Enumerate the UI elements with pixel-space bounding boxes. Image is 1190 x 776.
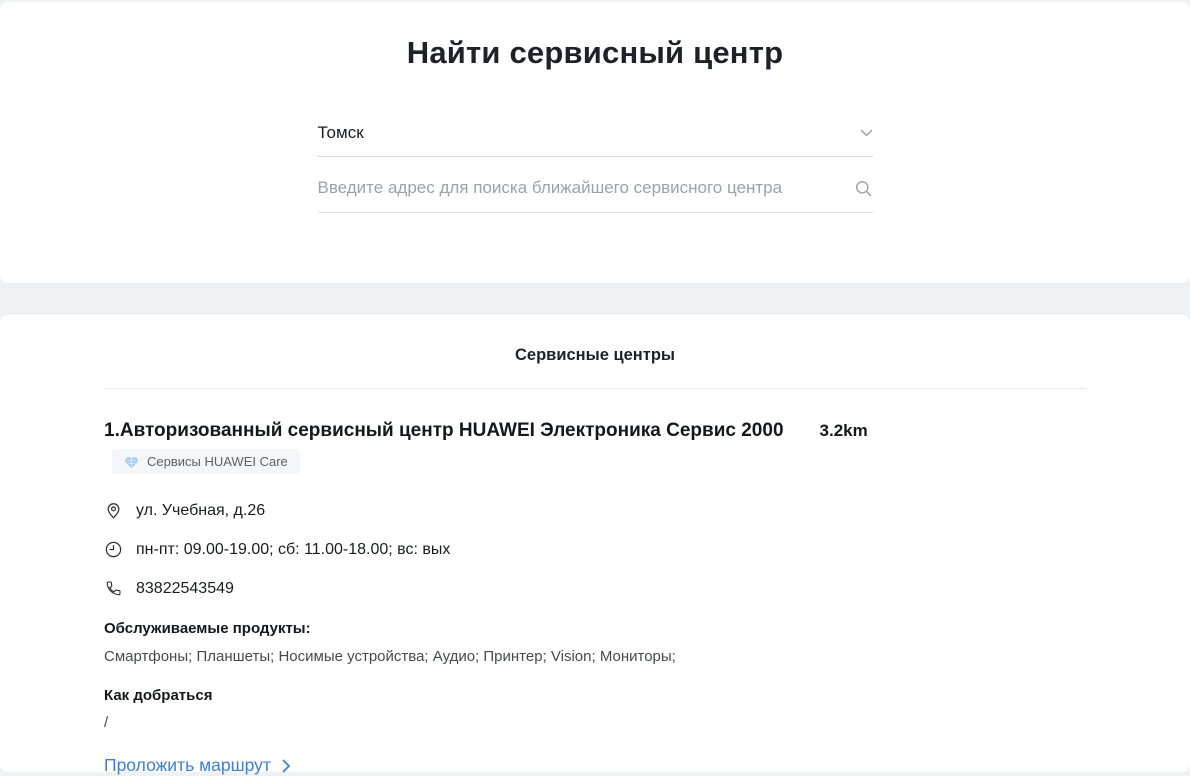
phone-text: 83822543549 bbox=[136, 579, 234, 597]
city-select[interactable]: Томск bbox=[317, 123, 873, 157]
badge-label: Сервисы HUAWEI Care bbox=[147, 454, 288, 469]
address-search-row bbox=[317, 178, 873, 213]
service-center-finder-card: Найти сервисный центр Томск bbox=[0, 2, 1190, 283]
map-pin-icon bbox=[104, 501, 123, 520]
city-select-value[interactable]: Томск bbox=[318, 123, 364, 143]
chevron-right-icon[interactable] bbox=[282, 759, 291, 773]
products-label: Обслуживаемые продукты: bbox=[104, 620, 311, 637]
search-icon[interactable] bbox=[854, 179, 873, 198]
service-centers-card: Сервисные центры 1.Авторизованный сервис… bbox=[0, 315, 1190, 775]
products-list: Смартфоны; Планшеты; Носимые устройства;… bbox=[104, 648, 676, 665]
route-link[interactable]: Проложить маршрут bbox=[104, 755, 291, 776]
results-divider bbox=[104, 388, 1086, 389]
finder-form: Томск bbox=[317, 123, 873, 213]
hours-row: пн-пт: 09.00-19.00; сб: 11.00-18.00; вс:… bbox=[104, 540, 1086, 559]
page-title: Найти сервисный центр bbox=[406, 35, 784, 70]
phone-icon bbox=[104, 579, 123, 598]
chevron-down-icon[interactable] bbox=[860, 129, 873, 138]
center-distance: 3.2km bbox=[819, 421, 868, 440]
address-text: ул. Учебная, д.26 bbox=[136, 501, 266, 519]
clock-icon bbox=[104, 540, 123, 559]
address-row: ул. Учебная, д.26 bbox=[104, 501, 1086, 520]
heart-icon bbox=[124, 455, 139, 469]
route-link-label[interactable]: Проложить маршрут bbox=[104, 755, 271, 776]
huawei-care-badge: Сервисы HUAWEI Care bbox=[112, 449, 300, 474]
service-center-item: 1.Авторизованный сервисный центр HUAWEI … bbox=[104, 420, 1086, 776]
results-header: Сервисные центры bbox=[515, 346, 675, 364]
address-search-input[interactable] bbox=[317, 178, 854, 198]
center-name: 1.Авторизованный сервисный центр HUAWEI … bbox=[104, 420, 784, 441]
directions-label: Как добраться bbox=[104, 687, 213, 704]
center-title-row: 1.Авторизованный сервисный центр HUAWEI … bbox=[104, 420, 1086, 442]
hours-text: пн-пт: 09.00-19.00; сб: 11.00-18.00; вс:… bbox=[136, 540, 451, 558]
phone-row: 83822543549 bbox=[104, 579, 1086, 598]
directions-value: / bbox=[104, 714, 109, 731]
